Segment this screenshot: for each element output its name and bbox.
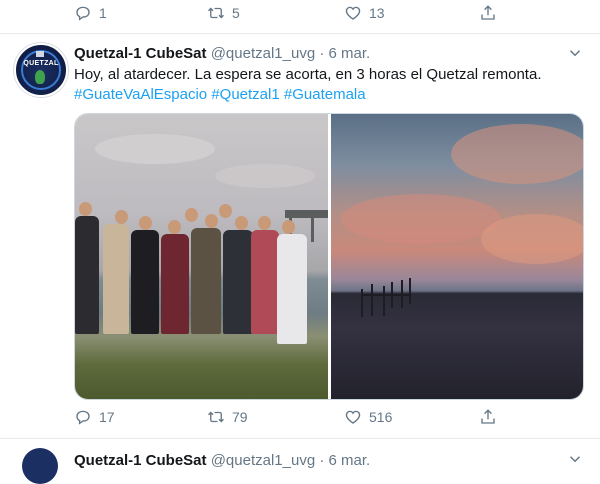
reply-icon [76, 410, 90, 425]
like-icon [345, 6, 361, 20]
hashtag-link[interactable]: #GuateVaAlEspacio [74, 86, 207, 103]
cloud-shape [215, 164, 315, 188]
person-shape [277, 234, 307, 344]
author-handle[interactable]: @quetzal1_uvg [211, 45, 315, 62]
previous-tweet-actions: 1 5 13 [74, 4, 504, 26]
tweet-divider [0, 438, 600, 439]
person-shape [251, 230, 279, 334]
tweet-hashtags: #GuateVaAlEspacio #Quetzal1 #Guatemala [74, 85, 366, 105]
like-button[interactable]: 13 [344, 4, 385, 22]
dock-post-shape [409, 278, 411, 304]
author-name[interactable]: Quetzal-1 CubeSat [74, 45, 207, 62]
person-head [258, 216, 271, 230]
like-count: 516 [369, 409, 393, 425]
retweet-count: 79 [232, 409, 248, 425]
person-head [139, 216, 152, 230]
retweet-count: 5 [232, 5, 240, 21]
person-shape [131, 230, 159, 334]
author-handle[interactable]: @quetzal1_uvg [211, 452, 315, 469]
reply-button[interactable]: 17 [74, 408, 115, 426]
group-photo[interactable] [75, 114, 328, 399]
share-icon [481, 5, 495, 20]
cloud-shape [451, 124, 583, 184]
hashtag-link[interactable]: #Guatemala [284, 86, 366, 103]
person-shape [103, 224, 129, 334]
person-shape [223, 230, 253, 334]
author-name[interactable]: Quetzal-1 CubeSat [74, 452, 207, 469]
dock-rail-shape [361, 294, 411, 296]
retweet-icon [208, 7, 224, 19]
meta-separator: · [319, 45, 325, 62]
like-count: 13 [369, 5, 385, 21]
dock-post-shape [371, 284, 373, 316]
person-head [185, 208, 198, 222]
retweet-button[interactable]: 5 [207, 4, 240, 22]
reply-count: 17 [99, 409, 115, 425]
person-head [235, 216, 248, 230]
share-button[interactable] [479, 4, 497, 22]
profile-avatar[interactable] [22, 448, 58, 484]
tweet-date[interactable]: 6 mar. [329, 452, 371, 469]
person-shape [191, 228, 221, 334]
person-head [219, 204, 232, 218]
tweet-header: Quetzal-1 CubeSat @quetzal1_uvg · 6 mar. [74, 44, 370, 64]
reply-count: 1 [99, 5, 107, 21]
cubesat-icon [36, 51, 44, 57]
more-options-button[interactable] [566, 44, 584, 62]
share-icon [481, 409, 495, 424]
tweet-text: Hoy, al atardecer. La espera se acorta, … [74, 66, 542, 83]
tweet-divider [0, 33, 600, 34]
reply-button[interactable]: 1 [74, 4, 107, 22]
person-head [168, 220, 181, 234]
person-head [115, 210, 128, 224]
reply-icon [76, 6, 90, 21]
more-options-button[interactable] [566, 450, 584, 468]
tweet-header: Quetzal-1 CubeSat @quetzal1_uvg · 6 mar. [74, 452, 370, 469]
tweet-date[interactable]: 6 mar. [329, 45, 371, 62]
tweet-media [74, 113, 584, 400]
share-button[interactable] [479, 408, 497, 426]
retweet-button[interactable]: 79 [207, 408, 248, 426]
dock-post-shape [311, 218, 314, 242]
dock-post-shape [383, 286, 385, 316]
cloud-shape [481, 214, 583, 264]
cloud-shape [95, 134, 215, 164]
sunset-photo[interactable] [331, 114, 583, 399]
cloud-shape [341, 194, 501, 244]
hashtag-link[interactable]: #Quetzal1 [211, 86, 279, 103]
avatar-logo-text: QUETZAL [23, 60, 59, 67]
person-shape [75, 216, 99, 334]
timeline-feed: 1 5 13 QUETZAL Quetzal-1 CubeSat @quetza… [0, 0, 600, 484]
quetzal-bird-icon [35, 70, 45, 84]
retweet-icon [208, 411, 224, 423]
meta-separator: · [319, 452, 325, 469]
tweet-actions: 17 79 516 [74, 408, 504, 430]
chevron-down-icon [569, 456, 581, 463]
person-head [79, 202, 92, 216]
chevron-down-icon [569, 50, 581, 57]
person-head [282, 220, 295, 234]
person-head [205, 214, 218, 228]
like-button[interactable]: 516 [344, 408, 392, 426]
dock-shape [285, 210, 328, 218]
profile-avatar[interactable]: QUETZAL [14, 43, 68, 97]
person-shape [161, 234, 189, 334]
like-icon [345, 410, 361, 424]
